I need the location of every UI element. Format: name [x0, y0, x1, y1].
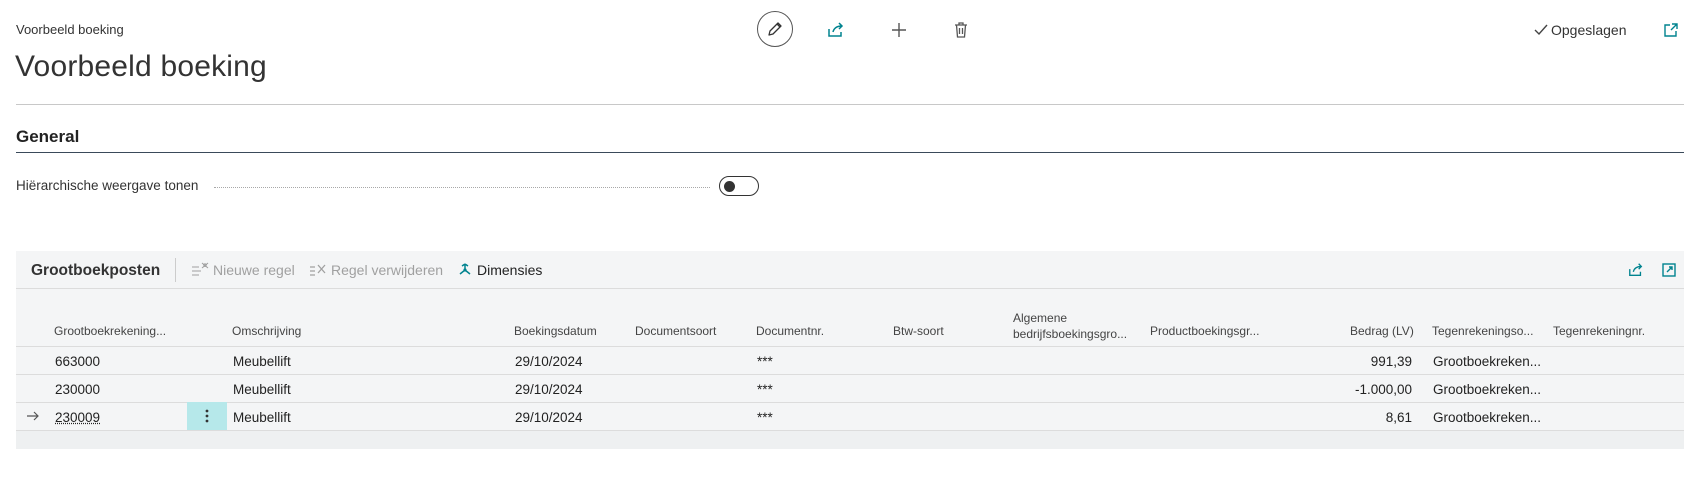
column-header-gen-bus-posting-group[interactable]: Algemene bedrijfsboekingsgro... [1013, 310, 1127, 342]
current-row-arrow-icon [25, 409, 41, 423]
breadcrumb: Voorbeeld boeking [16, 22, 124, 37]
column-header-account[interactable]: Grootboekrekening... [54, 324, 166, 338]
delete-line-label: Regel verwijderen [331, 262, 444, 278]
header-divider [16, 104, 1684, 105]
checkmark-icon [1533, 23, 1549, 37]
delete-icon [953, 21, 969, 39]
column-header-gen-bus-line2: bedrijfsboekingsgro... [1013, 327, 1128, 341]
column-header-product-posting-group[interactable]: Productboekingsgr... [1150, 324, 1259, 338]
cell-posting-date[interactable]: 29/10/2024 [515, 354, 583, 369]
expand-icon [1661, 262, 1677, 278]
cell-document-no[interactable]: *** [757, 410, 773, 425]
section-divider [16, 152, 1684, 153]
column-header-balance-account-no[interactable]: Tegenrekeningnr. [1553, 324, 1645, 338]
new-line-icon [191, 262, 209, 278]
cell-description[interactable]: Meubellift [233, 354, 291, 369]
action-separator [175, 258, 176, 282]
add-button[interactable] [888, 19, 910, 41]
part-title[interactable]: Grootboekposten [31, 262, 160, 280]
cell-document-no[interactable]: *** [757, 354, 773, 369]
column-header-posting-date[interactable]: Boekingsdatum [514, 324, 597, 338]
cell-posting-date[interactable]: 29/10/2024 [515, 382, 583, 397]
column-header-vat-type[interactable]: Btw-soort [893, 324, 944, 338]
dimensions-icon [457, 262, 473, 278]
cell-amount[interactable]: -1.000,00 [1300, 382, 1412, 397]
cell-balance-account-type[interactable]: Grootboekreken... [1433, 382, 1541, 397]
cell-account[interactable]: 230000 [55, 382, 100, 397]
column-header-document-type[interactable]: Documentsoort [635, 324, 716, 338]
column-header-balance-account-type[interactable]: Tegenrekeningso... [1432, 324, 1533, 338]
delete-line-icon [309, 262, 327, 278]
part-toolbar-divider [16, 288, 1684, 289]
share-icon [826, 21, 846, 39]
row-divider [16, 430, 1684, 431]
row-divider [16, 374, 1684, 375]
edit-button[interactable] [757, 11, 793, 47]
open-new-window-icon [1662, 21, 1680, 39]
row-divider [16, 402, 1684, 403]
cell-amount[interactable]: 8,61 [1300, 410, 1412, 425]
cell-description[interactable]: Meubellift [233, 410, 291, 425]
section-title-general[interactable]: General [16, 127, 79, 147]
cell-account[interactable]: 230009 [55, 410, 100, 425]
cell-document-no[interactable]: *** [757, 382, 773, 397]
hierarchical-view-label: Hiërarchische weergave tonen [16, 178, 199, 193]
delete-button[interactable] [950, 19, 972, 41]
new-line-button[interactable]: Nieuwe regel [191, 262, 295, 278]
dimensions-label: Dimensies [477, 262, 543, 278]
cell-posting-date[interactable]: 29/10/2024 [515, 410, 583, 425]
add-icon [890, 21, 908, 39]
column-header-document-no[interactable]: Documentnr. [756, 324, 824, 338]
field-dot-leader [214, 187, 710, 188]
part-share-button[interactable] [1625, 259, 1647, 281]
cell-balance-account-type[interactable]: Grootboekreken... [1433, 354, 1541, 369]
dimensions-button[interactable]: Dimensies [457, 262, 542, 278]
page-title: Voorbeeld boeking [15, 50, 267, 83]
column-header-amount[interactable]: Bedrag (LV) [1350, 324, 1414, 338]
share-button[interactable] [825, 19, 847, 41]
toggle-knob [724, 180, 735, 192]
new-line-label: Nieuwe regel [213, 262, 295, 278]
save-status: Opgeslagen [1533, 22, 1627, 38]
column-header-description[interactable]: Omschrijving [232, 324, 301, 338]
lines-part-footer [16, 431, 1684, 449]
delete-line-button[interactable]: Regel verwijderen [309, 262, 443, 278]
column-header-gen-bus-line1: Algemene [1013, 311, 1068, 325]
cell-account[interactable]: 663000 [55, 354, 100, 369]
hierarchical-view-toggle[interactable] [719, 176, 759, 196]
more-options-icon [205, 409, 209, 423]
share-icon [1627, 262, 1645, 278]
save-status-text: Opgeslagen [1551, 22, 1627, 38]
open-new-window-button[interactable] [1660, 19, 1682, 41]
header-row-divider [16, 346, 1684, 347]
edit-icon [766, 20, 784, 38]
part-expand-button[interactable] [1658, 259, 1680, 281]
row-actions-menu-button[interactable] [187, 402, 227, 430]
cell-balance-account-type[interactable]: Grootboekreken... [1433, 410, 1541, 425]
cell-amount[interactable]: 991,39 [1300, 354, 1412, 369]
cell-description[interactable]: Meubellift [233, 382, 291, 397]
